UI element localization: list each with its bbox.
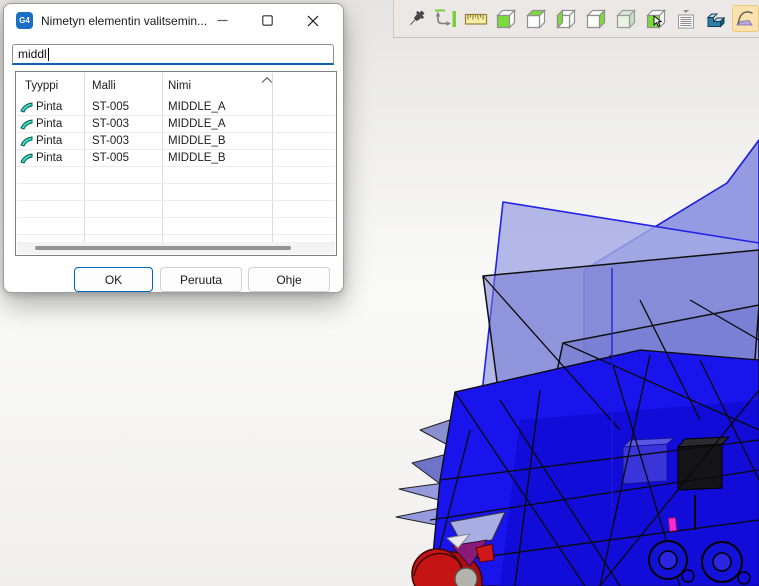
cell-model: ST-003 (92, 118, 129, 130)
empty-rows (17, 167, 335, 242)
close-icon (307, 15, 319, 27)
cell-type: Pinta (36, 101, 62, 113)
column-header-nimi[interactable]: Nimi (168, 80, 191, 92)
minimize-icon (217, 15, 228, 26)
cube-front-face-icon[interactable] (492, 5, 519, 32)
cell-type: Pinta (36, 135, 62, 147)
cell-name: MIDDLE_B (168, 135, 226, 147)
help-button[interactable]: Ohje (248, 267, 330, 292)
close-button[interactable] (290, 4, 335, 37)
column-header-malli[interactable]: Malli (92, 80, 116, 92)
chevron-up-icon[interactable] (261, 77, 273, 83)
maximize-button[interactable] (245, 4, 290, 37)
cell-name: MIDDLE_B (168, 152, 226, 164)
cell-name: MIDDLE_A (168, 118, 226, 130)
cube-right-face-icon[interactable] (582, 5, 609, 32)
cell-name: MIDDLE_A (168, 101, 226, 113)
dialog-title: Nimetyn elementin valitsemin... (41, 14, 207, 28)
minimize-button[interactable] (200, 4, 245, 37)
cell-model: ST-005 (92, 152, 129, 164)
app-g4-icon: G4 (16, 12, 33, 29)
cell-type: Pinta (36, 118, 62, 130)
table-row[interactable]: Pinta ST-003 MIDDLE_B (17, 133, 335, 150)
table-row[interactable]: Pinta ST-005 MIDDLE_B (17, 150, 335, 167)
named-element-select-dialog: G4 Nimetyn elementin valitsemin... (3, 3, 344, 293)
cancel-button[interactable]: Peruuta (160, 267, 242, 292)
view-toolbar (393, 0, 759, 38)
element-list[interactable]: Tyyppi Malli Nimi Pinta ST-005 MIDDLE_A (15, 71, 337, 256)
table-row[interactable]: Pinta ST-003 MIDDLE_A (17, 116, 335, 133)
cell-model: ST-003 (92, 135, 129, 147)
cube-shaded-icon[interactable] (612, 5, 639, 32)
dialog-titlebar[interactable]: G4 Nimetyn elementin valitsemin... (4, 4, 343, 37)
pin-icon[interactable] (402, 5, 429, 32)
surface-icon (20, 136, 33, 147)
measure-icon[interactable] (432, 5, 459, 32)
ok-button[interactable]: OK (74, 267, 153, 292)
cell-model: ST-005 (92, 101, 129, 113)
cube-top-face-icon[interactable] (522, 5, 549, 32)
column-header-tyyppi[interactable]: Tyyppi (25, 80, 58, 92)
filter-input-value: middl (18, 47, 47, 61)
cell-type: Pinta (36, 152, 62, 164)
spline-icon[interactable] (732, 5, 759, 32)
table-row[interactable]: Pinta ST-005 MIDDLE_A (17, 99, 335, 116)
list-header: Tyyppi Malli Nimi (17, 73, 335, 99)
filter-input[interactable]: middl (12, 44, 334, 65)
text-caret (48, 48, 49, 61)
horizontal-scrollbar-thumb[interactable] (35, 246, 291, 250)
notes-list-icon[interactable] (672, 5, 699, 32)
ruler-icon[interactable] (462, 5, 489, 32)
horizontal-scrollbar[interactable] (17, 242, 335, 254)
cube-left-face-icon[interactable] (552, 5, 579, 32)
surface-icon (20, 153, 33, 164)
surface-icon (20, 119, 33, 130)
extrude-icon[interactable] (702, 5, 729, 32)
surface-icon (20, 102, 33, 113)
cube-select-icon[interactable] (642, 5, 669, 32)
maximize-icon (262, 15, 273, 26)
